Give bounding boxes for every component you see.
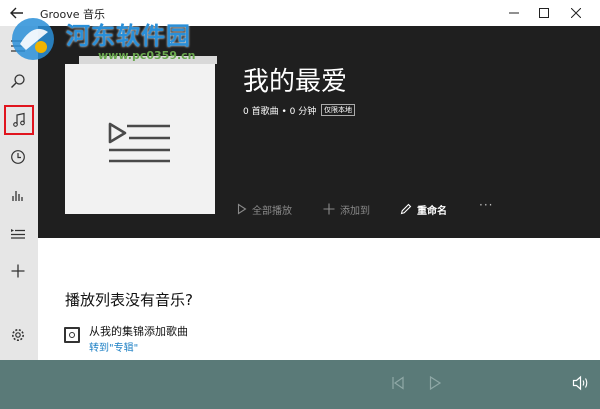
playlist-meta: 0 首歌曲 • 0 分钟 [243, 107, 317, 117]
close-button[interactable] [562, 3, 590, 23]
sidebar-item-settings[interactable] [4, 321, 34, 351]
watermark-text: 河东软件园 [66, 21, 191, 50]
plus-icon [323, 203, 335, 215]
play-all-button[interactable]: 全部播放 [237, 201, 292, 217]
maximize-button[interactable] [530, 3, 558, 23]
watermark-url: www.pc0359.cn [98, 49, 196, 62]
minimize-button[interactable] [500, 3, 528, 23]
play-icon [429, 375, 442, 391]
add-to-button[interactable]: 添加到 [323, 201, 370, 217]
sidebar-item-new-playlist[interactable] [4, 257, 34, 287]
previous-track-button[interactable] [390, 375, 410, 395]
play-all-label: 全部播放 [252, 205, 292, 217]
player-bar [0, 360, 600, 409]
speaker-icon [572, 375, 588, 391]
playlist-title: 我的最爱 [243, 67, 348, 97]
play-icon [237, 203, 247, 215]
bar-chart-icon [12, 191, 23, 201]
sidebar-item-playlists[interactable] [4, 220, 34, 250]
sidebar [0, 26, 38, 360]
clock-icon [11, 150, 25, 164]
sidebar-item-now-playing[interactable] [4, 181, 34, 211]
gear-icon [12, 329, 24, 341]
sidebar-item-recent[interactable] [4, 143, 34, 173]
more-options-button[interactable]: ··· [479, 198, 493, 212]
rename-label: 重命名 [417, 205, 447, 217]
plus-icon [11, 264, 25, 278]
watermark: 河东软件园 www.pc0359.cn [8, 14, 218, 64]
watermark-logo-icon [8, 14, 58, 64]
local-only-badge: 仅限本地 [321, 104, 355, 116]
add-songs-suggestion: 从我的集锦添加歌曲 [89, 325, 188, 338]
playlist-cover-art [65, 64, 215, 214]
add-to-label: 添加到 [340, 205, 370, 217]
sidebar-item-music[interactable] [4, 105, 34, 135]
album-icon [64, 327, 80, 343]
previous-icon [392, 376, 404, 390]
playlist-art-icon [108, 122, 170, 163]
go-to-albums-link[interactable]: 转到"专辑" [89, 339, 138, 354]
rename-button[interactable]: 重命名 [400, 201, 447, 217]
empty-playlist-title: 播放列表没有音乐? [65, 291, 193, 309]
play-button[interactable] [427, 375, 447, 395]
search-button[interactable] [4, 67, 34, 97]
playlist-icon [11, 229, 25, 239]
volume-button[interactable] [572, 375, 592, 395]
pencil-icon [400, 203, 412, 215]
music-note-icon [13, 112, 25, 127]
search-icon [11, 74, 25, 88]
